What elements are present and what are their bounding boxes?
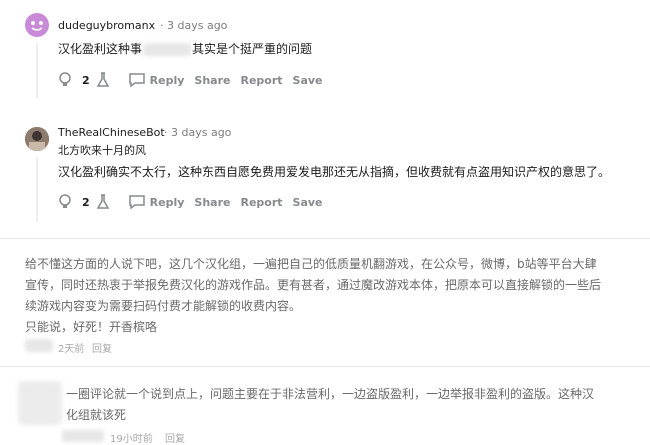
report-button[interactable]: Report: [240, 74, 282, 87]
post-line: 宣传，同时还热衷于举报免费汉化的游戏作品。更有甚者，通过魔改游戏本体，把原本可以…: [25, 278, 602, 292]
share-button[interactable]: Share: [194, 196, 230, 209]
comment-meta: · 3 days ago: [160, 19, 228, 32]
section-divider: [0, 238, 650, 239]
reply-link[interactable]: 回复: [165, 430, 185, 445]
downvote-button[interactable]: [96, 194, 110, 210]
vote-count: 2: [82, 195, 90, 209]
comment-text: 汉化盈利确实不太行，这种东西自愿免费用爱发电那还无从指摘，但收费就有点盗用知识产…: [58, 165, 611, 179]
lightbulb-icon: [59, 72, 71, 86]
comment-icon: [128, 73, 145, 88]
reply-button[interactable]: Reply: [128, 194, 184, 210]
award-button[interactable]: [58, 72, 72, 88]
post-line: 续游戏内容变为需要扫码付费才能解锁的收费内容。: [25, 299, 302, 313]
blurred-text: [143, 43, 192, 56]
report-button[interactable]: Report: [240, 196, 282, 209]
blurred-avatar: [25, 339, 53, 352]
avatar[interactable]: [25, 127, 49, 151]
blurred-username: [62, 430, 104, 442]
comment-actions: 2 Reply Share Report Save: [58, 72, 333, 88]
save-button[interactable]: Save: [293, 196, 323, 209]
downvote-button[interactable]: [96, 72, 110, 88]
award-button[interactable]: [58, 194, 72, 210]
flask-icon: [96, 72, 109, 87]
reply-link[interactable]: 回复: [92, 340, 112, 355]
avatar-photo-icon: [25, 127, 49, 151]
flask-icon: [96, 194, 109, 209]
avatar[interactable]: [25, 13, 49, 37]
thread-line[interactable]: [36, 43, 38, 98]
comment-actions: 2 Reply Share Report Save: [58, 194, 333, 210]
avatar-face-icon: [31, 21, 43, 31]
comment-time: 3 days ago: [171, 126, 232, 139]
post-time: 19小时前: [110, 434, 153, 445]
comment-text: 汉化盈利这种事 其实是个挺严重的问题: [58, 42, 313, 56]
post-line: 一圈评论就一个说到点上，问题主要在于非法营利，一边盗版盈利，一边举报非盈利的盗版…: [66, 387, 595, 401]
lightbulb-icon: [59, 194, 71, 208]
comment-username[interactable]: dudeguybromanx: [58, 19, 155, 32]
blurred-avatar: [18, 381, 62, 425]
post-line: 化组就该死: [66, 408, 127, 422]
post-line: 给不懂这方面的人说下吧，这几个汉化组，一遍把自己的低质量机翻游戏，在公众号，微博…: [25, 257, 597, 271]
comment-icon: [128, 195, 145, 210]
comment-meta: · 3 days ago: [164, 126, 232, 139]
post-line: 只能说，好死！开香槟咯: [25, 320, 158, 334]
post-time: 2天前: [58, 344, 85, 355]
comment-username[interactable]: TheRealChineseBot: [58, 126, 165, 139]
thread-line[interactable]: [36, 157, 38, 222]
vote-count: 2: [82, 73, 90, 87]
user-flair: 北方吹来十月的风: [58, 144, 146, 157]
save-button[interactable]: Save: [293, 74, 323, 87]
share-button[interactable]: Share: [194, 74, 230, 87]
section-divider: [0, 366, 650, 367]
reply-button[interactable]: Reply: [128, 72, 184, 88]
comment-time: 3 days ago: [167, 19, 228, 32]
